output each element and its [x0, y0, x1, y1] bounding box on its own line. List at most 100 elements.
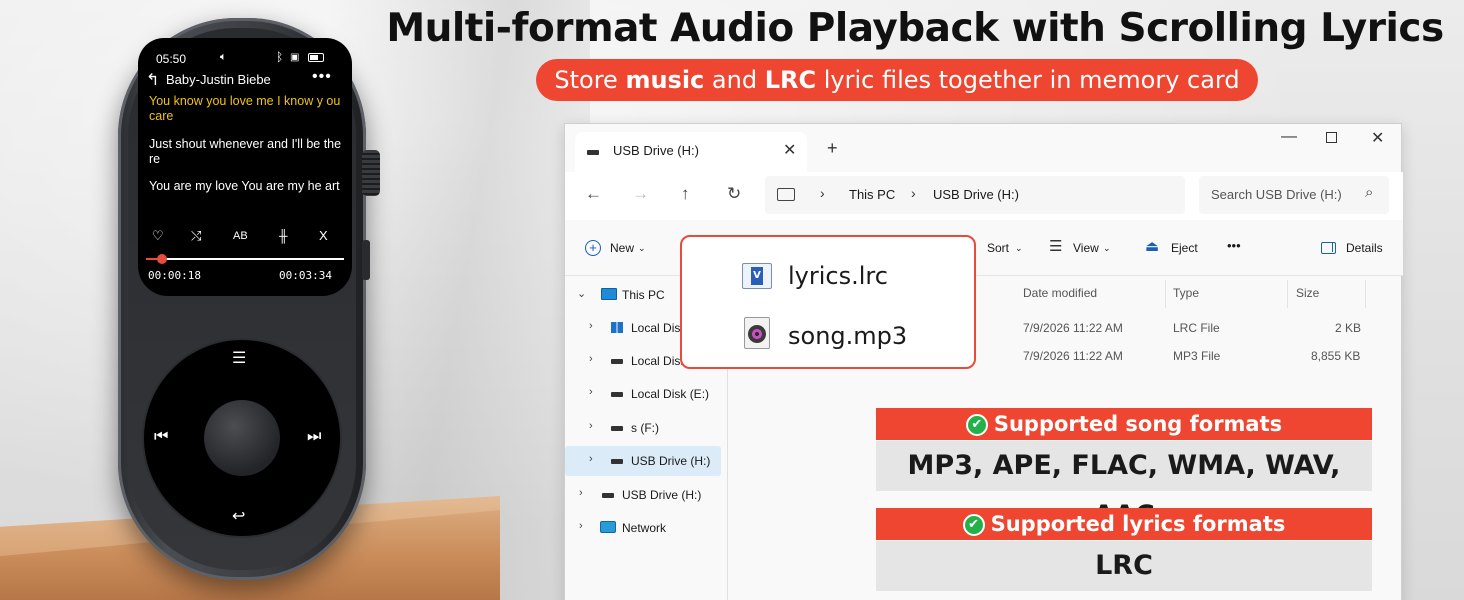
nav-item-label: s (F:) [631, 421, 659, 435]
file-date: 7/9/2026 11:22 AM [1023, 321, 1123, 335]
details-pane-icon[interactable] [1321, 242, 1336, 254]
back-icon[interactable]: ← [585, 184, 602, 204]
chevron-right-icon: › [911, 185, 916, 201]
chevron-right-icon: › [820, 185, 825, 201]
refresh-icon[interactable]: ↻ [727, 184, 741, 204]
forward-icon[interactable]: → [632, 184, 649, 204]
card-icon: ▣ [290, 52, 300, 63]
bluetooth-icon: ᛒ [276, 50, 284, 64]
next-icon[interactable]: ⏭︎ [307, 428, 321, 446]
chevron-right-icon[interactable]: › [589, 420, 593, 432]
navigation-bar: ← → ↑ ↻ › This PC › USB Drive (H:) Searc… [565, 172, 1403, 220]
nav-item-s-f[interactable]: › s (F:) [565, 413, 721, 443]
equalizer-icon[interactable]: ╫ [279, 229, 288, 243]
nav-item-network[interactable]: › Network [565, 513, 721, 543]
center-button[interactable] [204, 400, 280, 476]
file-name-song[interactable]: song.mp3 [788, 322, 907, 350]
close-icon[interactable]: X [319, 228, 328, 243]
search-icon: ⌕ [1365, 184, 1374, 201]
tab-close-icon[interactable]: ✕ [783, 140, 796, 160]
breadcrumb-this-pc[interactable]: This PC [849, 187, 895, 202]
heart-icon[interactable]: ♡ [152, 228, 164, 244]
file-size: 8,855 KB [1311, 349, 1361, 363]
nav-item-usb-drive-selected[interactable]: › USB Drive (H:) [565, 446, 721, 476]
side-button[interactable] [362, 240, 370, 280]
column-header-size[interactable]: Size [1296, 286, 1319, 300]
previous-icon[interactable]: ⏮︎ [154, 428, 168, 446]
mp3-file-icon [744, 317, 770, 349]
column-header-type[interactable]: Type [1173, 286, 1199, 300]
new-tab-button[interactable]: + [827, 138, 838, 159]
eject-icon[interactable]: ⏏︎ [1145, 237, 1159, 255]
file-size: 2 KB [1335, 321, 1362, 335]
check-icon: ✔ [965, 414, 988, 436]
song-title: Baby-Justin Biebe [166, 72, 271, 87]
chevron-right-icon[interactable]: › [589, 320, 593, 332]
drive-icon [602, 493, 614, 498]
tab-usb-drive[interactable]: USB Drive (H:) ✕ [575, 132, 807, 172]
progress-knob[interactable] [156, 254, 167, 264]
song-formats-heading: ✔ Supported song formats [876, 408, 1372, 440]
view-button[interactable]: View [1073, 241, 1099, 255]
nav-item-usb-drive[interactable]: › USB Drive (H:) [565, 480, 721, 510]
new-button[interactable]: New [610, 241, 634, 255]
chevron-down-icon[interactable]: ⌄ [1015, 243, 1023, 254]
new-icon[interactable]: + [585, 240, 601, 256]
drive-icon [611, 392, 623, 397]
ab-repeat-icon[interactable]: AB [233, 230, 248, 242]
maximize-icon[interactable] [1326, 132, 1337, 143]
chevron-down-icon[interactable]: ⌄ [638, 243, 646, 254]
time-current: 00:00:18 [148, 269, 201, 282]
status-time: 05:50 [156, 52, 187, 66]
chevron-right-icon[interactable]: › [589, 386, 593, 398]
lyrics-formats-heading: ✔ Supported lyrics formats [876, 508, 1372, 540]
nav-item-local-disk-e[interactable]: › Local Disk (E:) [565, 379, 721, 409]
song-formats-list: MP3, APE, FLAC, WMA, WAV, AAC [876, 441, 1372, 531]
column-header-date[interactable]: Date modified [1023, 286, 1097, 300]
search-box[interactable]: Search USB Drive (H:) ⌕ [1199, 176, 1389, 214]
address-bar[interactable]: › This PC › USB Drive (H:) [765, 176, 1185, 214]
back-arrow-icon[interactable]: ↰ [146, 70, 159, 90]
up-icon[interactable]: ↑ [681, 184, 690, 204]
file-type: MP3 File [1173, 349, 1221, 363]
shuffle-icon[interactable]: ⤭ [191, 228, 201, 244]
nav-item-label: This PC [622, 288, 665, 302]
check-icon: ✔ [962, 514, 985, 536]
details-button[interactable]: Details [1346, 241, 1383, 255]
banner-bold-music: music [625, 66, 705, 94]
eject-button[interactable]: Eject [1171, 241, 1198, 255]
volume-knob[interactable] [362, 150, 380, 196]
column-separator[interactable] [1165, 280, 1166, 308]
window-close-icon[interactable]: ✕ [1371, 128, 1384, 148]
headline-title: Multi-format Audio Playback with Scrolli… [386, 6, 1444, 51]
chevron-right-icon[interactable]: › [579, 487, 583, 499]
progress-bar[interactable] [146, 254, 344, 264]
nav-item-label: USB Drive (H:) [622, 488, 702, 502]
chevron-right-icon[interactable]: › [589, 453, 593, 465]
chevron-down-icon[interactable]: ⌄ [1103, 243, 1111, 254]
more-icon[interactable]: ••• [312, 68, 332, 86]
lyrics-formats-list: LRC [876, 541, 1372, 591]
more-options-icon[interactable]: ••• [1227, 238, 1241, 253]
minimize-icon[interactable]: — [1281, 128, 1297, 146]
drive-icon [611, 426, 623, 431]
menu-icon[interactable]: ☰ [232, 348, 246, 368]
sort-button[interactable]: Sort [987, 241, 1009, 255]
return-icon[interactable]: ↩ [232, 506, 245, 526]
breadcrumb-usb-drive[interactable]: USB Drive (H:) [933, 187, 1019, 202]
banner-text: Store [554, 66, 626, 94]
view-icon[interactable]: ☰ [1049, 237, 1062, 255]
tab-label: USB Drive (H:) [613, 143, 699, 158]
file-name-lyrics[interactable]: lyrics.lrc [788, 262, 888, 290]
network-icon [600, 521, 616, 533]
file-date: 7/9/2026 11:22 AM [1023, 349, 1123, 363]
chevron-right-icon[interactable]: › [579, 520, 583, 532]
banner-text: lyric files together in memory card [816, 66, 1240, 94]
nav-item-label: Local Disk [631, 321, 687, 335]
column-separator[interactable] [1365, 280, 1366, 308]
column-separator[interactable] [1287, 280, 1288, 308]
lyric-line-active: You know you love me I know y ou care [149, 94, 341, 123]
chevron-down-icon[interactable]: ⌄ [577, 287, 586, 300]
player-screen: 05:50 🔈︎ ᛒ ▣ ↰ Baby-Justin Biebe ••• You… [138, 38, 352, 296]
chevron-right-icon[interactable]: › [589, 353, 593, 365]
